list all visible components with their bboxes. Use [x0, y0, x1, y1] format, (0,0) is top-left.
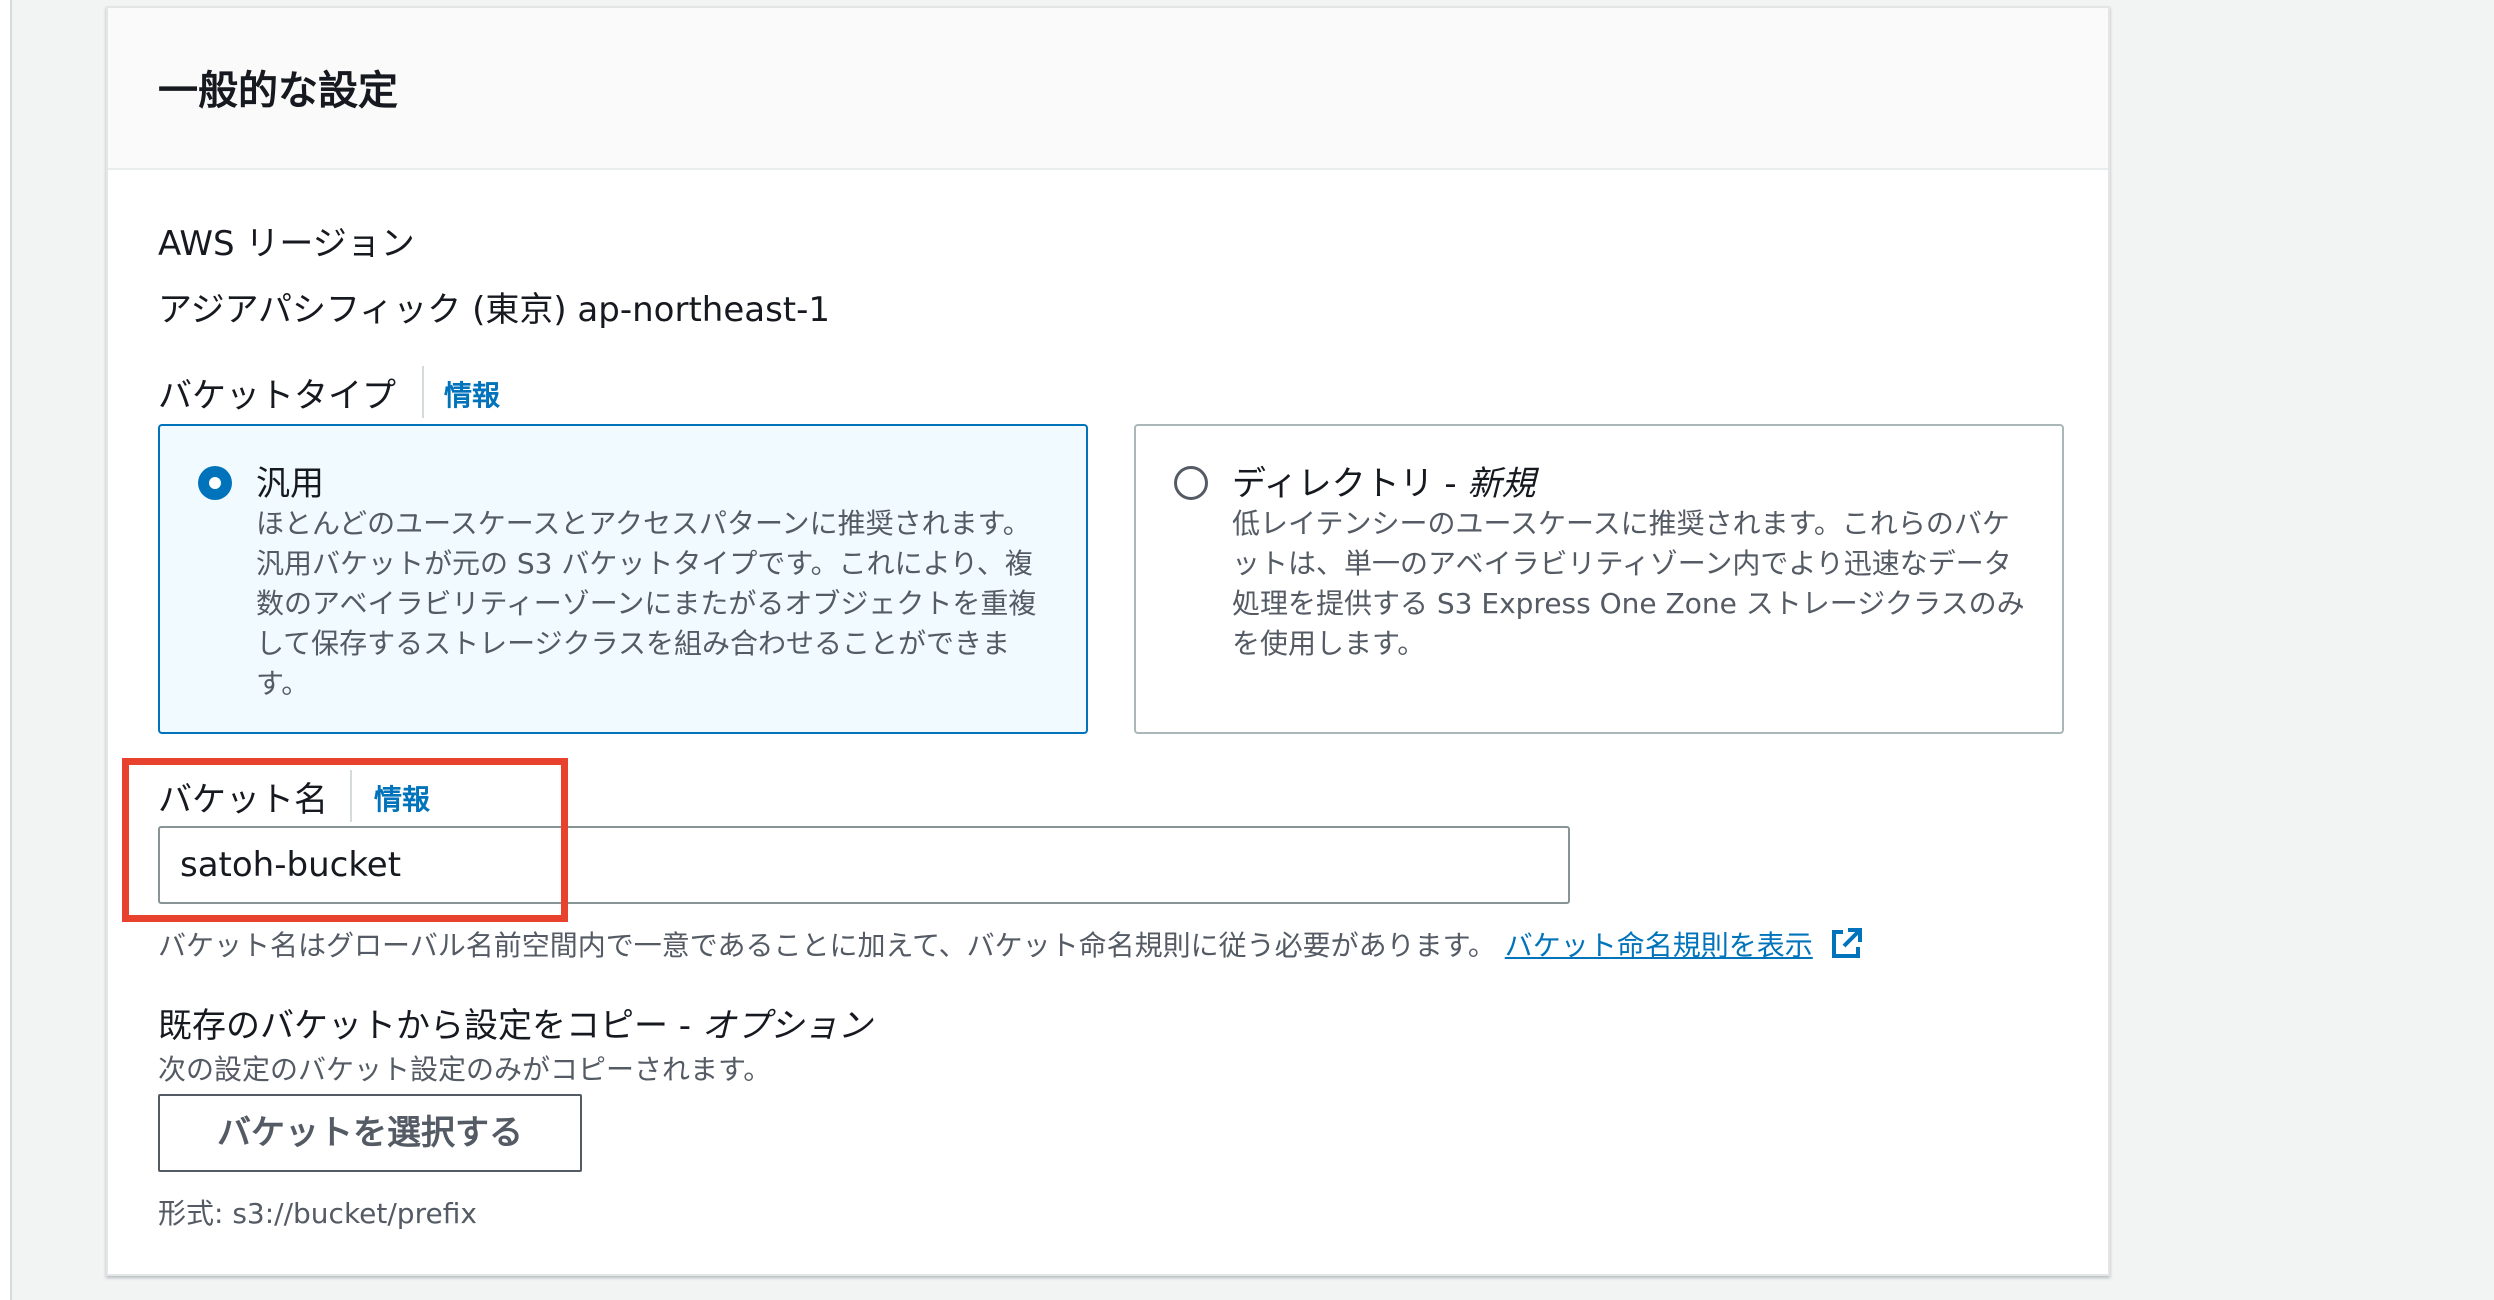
directory-new-tag: 新規 [1467, 464, 1536, 504]
general-purpose-description: ほとんどのユースケースとアクセスパターンに推奨されます。汎用バケットが元の S3… [256, 507, 1037, 700]
general-settings-panel: 一般的な設定 AWS リージョン アジアパシフィック (東京) ap-north… [106, 6, 2110, 1276]
directory-title: ディレクトリ - 新規 [1232, 456, 1536, 505]
bucket-type-label: バケットタイプ [158, 376, 396, 416]
highlight-annotation [122, 758, 568, 922]
copy-settings-description: 次の設定のバケット設定のみがコピーされます。 [158, 1053, 772, 1086]
general-purpose-title: 汎用 [256, 464, 324, 504]
bucket-type-info-link[interactable]: 情報 [444, 374, 500, 414]
directory-title-text: ディレクトリ - [1232, 464, 1468, 504]
bucket-type-general-purpose-card[interactable]: 汎用 ほとんどのユースケースとアクセスパターンに推奨されます。汎用バケットが元の… [158, 424, 1088, 734]
panel-title: 一般的な設定 [158, 68, 398, 114]
bucket-name-hint-text: バケット名はグローバル名前空間内で一意であることに加えて、バケット命名規則に従う… [158, 929, 1496, 962]
naming-rules-link[interactable]: バケット命名規則を表示 [1505, 929, 1813, 962]
copy-settings-optional: オプション [701, 1006, 872, 1046]
bucket-name-hint: バケット名はグローバル名前空間内で一意であることに加えて、バケット命名規則に従う… [158, 924, 1864, 969]
copy-settings-format: 形式: s3://bucket/prefix [158, 1197, 477, 1230]
radio-selected-icon[interactable] [198, 466, 232, 500]
left-edge [0, 0, 12, 1300]
copy-settings-label: 既存のバケットから設定をコピー - オプション [158, 998, 872, 1047]
select-bucket-button[interactable]: バケットを選択する [158, 1094, 582, 1172]
external-link-icon[interactable] [1828, 926, 1864, 969]
label-separator [422, 366, 424, 418]
radio-unselected-icon[interactable] [1174, 466, 1208, 500]
region-value: アジアパシフィック (東京) ap-northeast-1 [158, 290, 831, 330]
region-label: AWS リージョン [158, 224, 415, 264]
copy-settings-label-text: 既存のバケットから設定をコピー - [158, 1006, 702, 1046]
directory-description: 低レイテンシーのユースケースに推奨されます。これらのバケットは、単一のアベイラビ… [1232, 507, 2025, 660]
panel-header: 一般的な設定 [108, 8, 2108, 170]
bucket-type-directory-card[interactable]: ディレクトリ - 新規 低レイテンシーのユースケースに推奨されます。これらのバケ… [1134, 424, 2064, 734]
